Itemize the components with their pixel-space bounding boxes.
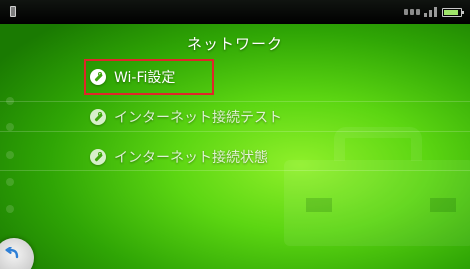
page-title: ネットワーク: [186, 35, 283, 53]
background-icon: [6, 151, 14, 159]
wrench-icon: [90, 69, 106, 85]
screen: ネットワーク Wi-Fi設定 インターネット接続テスト インターネット接続状態: [0, 0, 470, 269]
signal-icon: [424, 7, 438, 17]
back-arrow-icon: [5, 247, 19, 259]
menu-item-label: Wi-Fi設定: [114, 70, 176, 86]
wrench-icon: [90, 149, 106, 165]
menu-item-connection-test[interactable]: インターネット接続テスト: [86, 102, 282, 132]
menu-item-label: インターネット接続テスト: [114, 110, 282, 126]
menu-item-connection-status[interactable]: インターネット接続状態: [86, 142, 268, 172]
wrench-icon: [90, 109, 106, 125]
notification-icon: [10, 6, 16, 17]
background-icon: [6, 123, 14, 131]
status-indicators: [404, 6, 464, 18]
wireless-indicator-icon: [404, 9, 420, 15]
back-button[interactable]: [0, 238, 34, 269]
toolbox-latch: [430, 198, 456, 212]
status-bar: [0, 0, 470, 24]
menu-item-label: インターネット接続状態: [114, 150, 268, 166]
menu-item-wifi-settings[interactable]: Wi-Fi設定: [84, 59, 214, 95]
background-icon: [6, 205, 14, 213]
toolbox-latch: [306, 198, 332, 212]
battery-icon: [442, 7, 464, 17]
background-icon: [6, 178, 14, 186]
toolbox-watermark-handle: [334, 127, 422, 161]
